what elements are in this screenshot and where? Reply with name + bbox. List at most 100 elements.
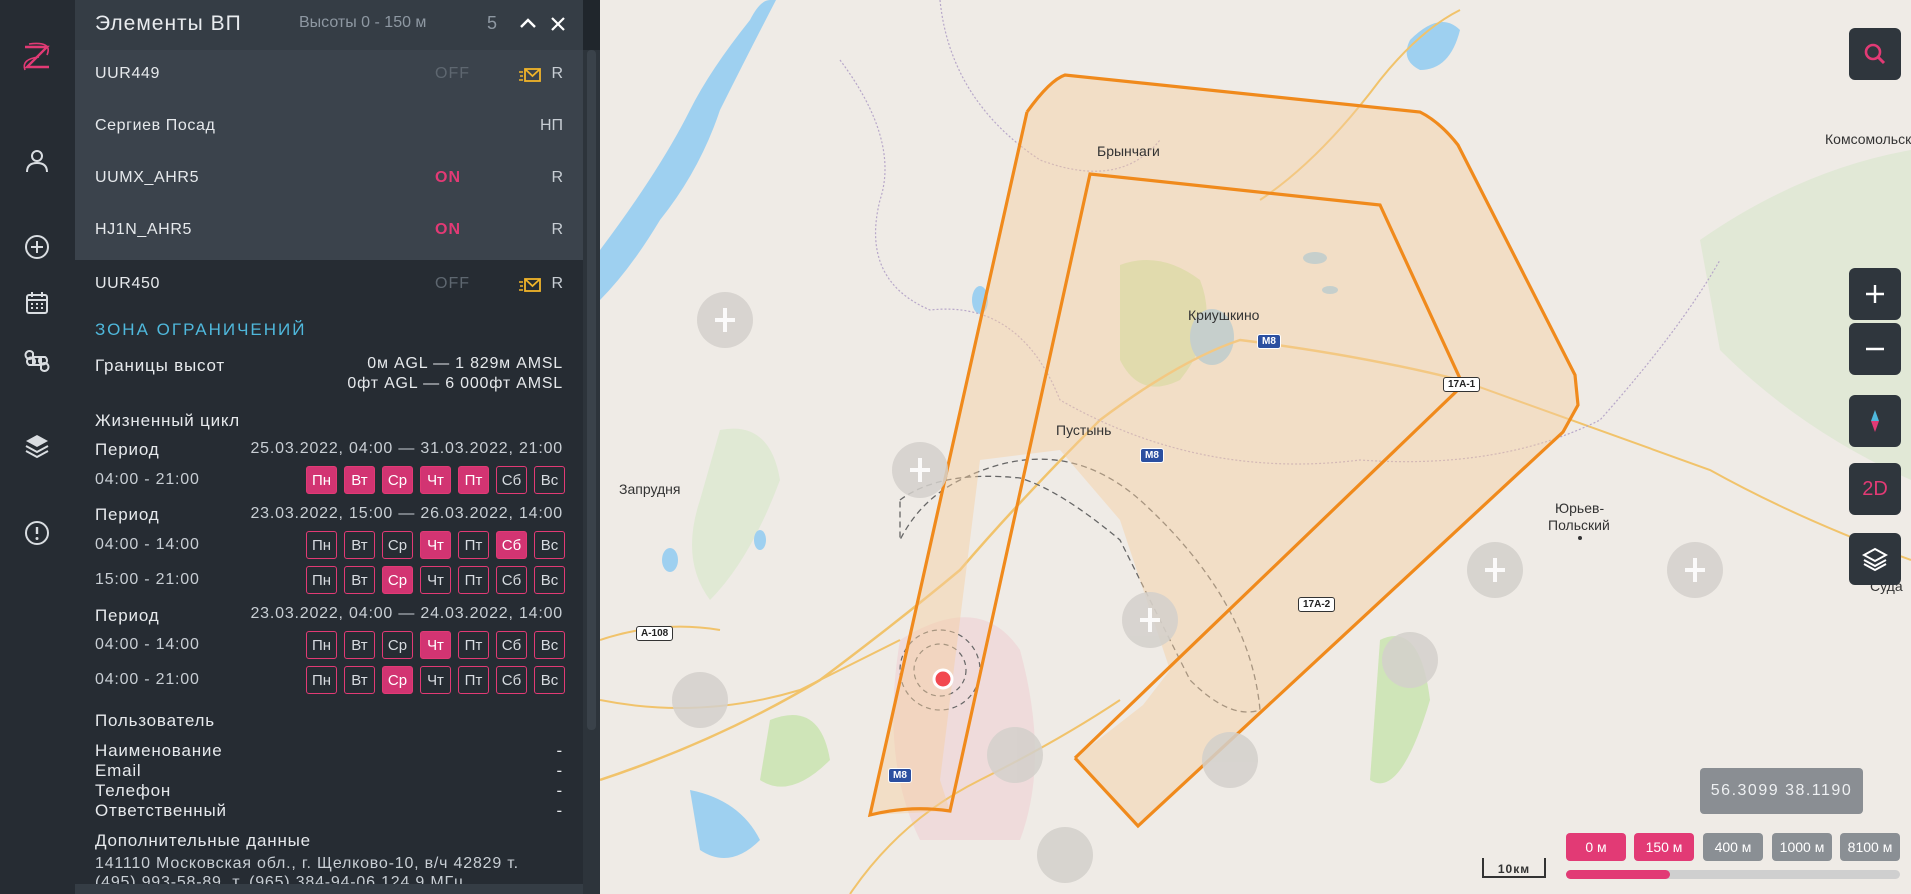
scrollbar-thumb[interactable] bbox=[587, 50, 596, 730]
search-button[interactable] bbox=[1849, 28, 1901, 80]
element-state[interactable]: OFF bbox=[435, 65, 470, 83]
altitude-filter-1000[interactable]: 1000 м bbox=[1772, 833, 1832, 861]
weekday-toggle[interactable]: Ср bbox=[382, 466, 413, 494]
weekday-toggle[interactable]: Пн bbox=[306, 631, 337, 659]
map-label: Юрьев- bbox=[1555, 500, 1605, 516]
list-item[interactable]: UUMX_AHR5 ON R bbox=[75, 154, 583, 206]
list-item[interactable]: UUR449 OFF R bbox=[75, 50, 583, 102]
altitude-range-slider[interactable] bbox=[1566, 870, 1900, 879]
layers-icon[interactable] bbox=[16, 424, 58, 466]
alert-icon[interactable] bbox=[16, 512, 58, 554]
weekday-toggle[interactable]: Сб bbox=[496, 466, 527, 494]
weekday-toggle[interactable]: Пт bbox=[458, 566, 489, 594]
altitude-range-fill bbox=[1566, 870, 1670, 879]
list-item[interactable]: HJ1N_AHR5 ON R bbox=[75, 206, 583, 258]
user-label: Пользователь bbox=[95, 711, 215, 730]
logo-icon[interactable] bbox=[14, 34, 60, 80]
element-count: 5 bbox=[487, 13, 498, 33]
weekday-toggle[interactable]: Ср bbox=[382, 566, 413, 594]
user-field-label: Email bbox=[95, 761, 142, 780]
extra-data-label: Дополнительные данные bbox=[95, 831, 311, 850]
element-state[interactable]: ON bbox=[435, 221, 461, 239]
panel-header: Элементы ВП Высоты 0 - 150 м 5 bbox=[75, 0, 583, 50]
altitude-filter-0[interactable]: 0 м bbox=[1566, 833, 1626, 861]
command-icon[interactable] bbox=[16, 340, 58, 382]
element-name: HJ1N_AHR5 bbox=[95, 221, 192, 238]
weekday-toggle[interactable]: Вт bbox=[344, 631, 375, 659]
list-item-selected[interactable]: UUR450 OFF R bbox=[75, 260, 583, 312]
weekday-toggle[interactable]: Пн bbox=[306, 566, 337, 594]
weekday-toggle[interactable]: Сб bbox=[496, 666, 527, 694]
map-base-layer bbox=[600, 0, 1911, 894]
weekday-toggle[interactable]: Вс bbox=[534, 631, 565, 659]
weekday-toggle[interactable]: Сб bbox=[496, 631, 527, 659]
user-icon[interactable] bbox=[16, 140, 58, 182]
weekday-toggle[interactable]: Сб bbox=[496, 531, 527, 559]
list-item[interactable]: Сергиев Посад НП bbox=[75, 102, 583, 154]
altitude-filter-label: Высоты 0 - 150 м bbox=[299, 14, 427, 31]
map-canvas[interactable]: Брынчаги Криушкино Пустынь Запрудня Юрье… bbox=[600, 0, 1911, 894]
heights-meters: 0м AGL — 1 829м AMSL bbox=[367, 355, 563, 372]
period-label: Период bbox=[95, 440, 160, 459]
weekday-toggle[interactable]: Чт bbox=[420, 566, 451, 594]
weekday-toggle[interactable]: Вт bbox=[344, 666, 375, 694]
road-shield: 17А-1 bbox=[1443, 377, 1481, 392]
altitude-filter-8100[interactable]: 8100 м bbox=[1840, 833, 1900, 861]
weekday-toggle[interactable]: Чт bbox=[420, 531, 451, 559]
weekday-toggle[interactable]: Ср bbox=[382, 531, 413, 559]
weekday-selector: Пн Вт Ср Чт Пт Сб Вс bbox=[306, 531, 565, 559]
weekday-toggle[interactable]: Чт bbox=[420, 666, 451, 694]
map-label: Комсомольск bbox=[1825, 131, 1911, 147]
weekday-toggle[interactable]: Вт bbox=[344, 531, 375, 559]
zoom-out-button[interactable] bbox=[1849, 323, 1901, 375]
view-mode-toggle[interactable]: 2D bbox=[1849, 463, 1901, 515]
elements-list: UUR449 OFF R Сергиев Посад НП UUMX_AHR5 … bbox=[75, 50, 583, 260]
compass-icon bbox=[1871, 410, 1879, 432]
close-icon bbox=[551, 17, 565, 31]
weekday-toggle[interactable]: Ср bbox=[382, 631, 413, 659]
mail-icon[interactable] bbox=[518, 276, 542, 294]
panel-scrollbar[interactable] bbox=[583, 50, 600, 894]
altitude-filter-400[interactable]: 400 м bbox=[1703, 833, 1763, 861]
map-layers-button[interactable] bbox=[1849, 533, 1901, 585]
calendar-icon[interactable] bbox=[16, 282, 58, 324]
user-field-label: Телефон bbox=[95, 781, 172, 800]
weekday-toggle[interactable]: Вс bbox=[534, 531, 565, 559]
altitude-filter-150[interactable]: 150 м bbox=[1634, 833, 1694, 861]
close-button[interactable] bbox=[546, 12, 570, 36]
mail-icon[interactable] bbox=[518, 66, 542, 84]
weekday-toggle[interactable]: Вт bbox=[344, 566, 375, 594]
compass-button[interactable] bbox=[1849, 395, 1901, 447]
weekday-toggle[interactable]: Ср bbox=[382, 666, 413, 694]
road-shield: 17А-2 bbox=[1298, 597, 1336, 612]
user-field-value: - bbox=[556, 781, 563, 800]
user-field-value: - bbox=[556, 801, 563, 820]
weekday-toggle[interactable]: Пт bbox=[458, 531, 489, 559]
heights-feet: 0фт AGL — 6 000фт AMSL bbox=[347, 375, 563, 392]
cursor-coordinates: 56.3099 38.1190 bbox=[1700, 768, 1863, 814]
collapse-button[interactable] bbox=[516, 12, 540, 36]
weekday-toggle[interactable]: Пн bbox=[306, 466, 337, 494]
element-name: UUR450 bbox=[95, 275, 160, 292]
weekday-selector: Пн Вт Ср Чт Пт Сб Вс bbox=[306, 631, 565, 659]
left-rail bbox=[0, 0, 75, 894]
weekday-toggle[interactable]: Вт bbox=[344, 466, 375, 494]
weekday-toggle[interactable]: Пт bbox=[458, 631, 489, 659]
weekday-toggle[interactable]: Чт bbox=[420, 631, 451, 659]
weekday-toggle[interactable]: Вс bbox=[534, 666, 565, 694]
weekday-toggle[interactable]: Сб bbox=[496, 566, 527, 594]
panel-title: Элементы ВП bbox=[95, 12, 242, 35]
element-type: R bbox=[551, 221, 563, 238]
zoom-in-button[interactable] bbox=[1849, 268, 1901, 320]
weekday-toggle[interactable]: Пт bbox=[458, 466, 489, 494]
element-state[interactable]: ON bbox=[435, 169, 461, 187]
road-shield: A-108 bbox=[636, 626, 674, 641]
add-icon[interactable] bbox=[16, 226, 58, 268]
element-state[interactable]: OFF bbox=[435, 275, 470, 293]
weekday-toggle[interactable]: Чт bbox=[420, 466, 451, 494]
weekday-toggle[interactable]: Пн bbox=[306, 531, 337, 559]
weekday-toggle[interactable]: Пт bbox=[458, 666, 489, 694]
weekday-toggle[interactable]: Пн bbox=[306, 666, 337, 694]
weekday-toggle[interactable]: Вс bbox=[534, 566, 565, 594]
weekday-toggle[interactable]: Вс bbox=[534, 466, 565, 494]
